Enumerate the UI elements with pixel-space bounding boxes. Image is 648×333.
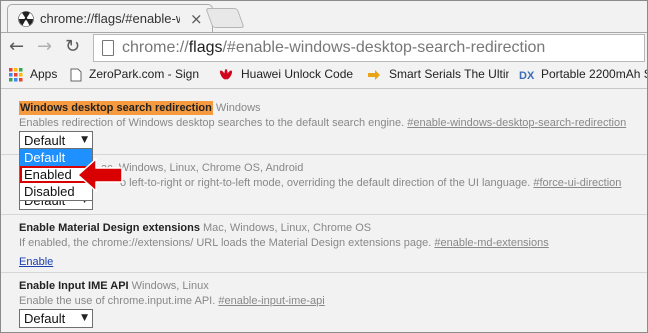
- flag-title-text: Enable Input IME API: [19, 280, 129, 292]
- radiation-icon: [18, 11, 34, 27]
- tab-flags[interactable]: chrome://flags/#enable-w ×: [7, 4, 213, 32]
- flag-platforms: Mac, Windows, Linux, Chrome OS: [203, 222, 372, 234]
- flag-windows-search: Windows desktop search redirection Windo…: [19, 101, 639, 129]
- red-arrow-icon: [77, 158, 123, 192]
- bookmark-smart-serials[interactable]: Smart Serials The Ultim: [389, 67, 509, 81]
- enable-link[interactable]: Enable: [19, 256, 53, 268]
- flag-input-ime-select[interactable]: Default ▼: [19, 309, 93, 328]
- flag-description: Enable the use of chrome.input.ime API. …: [19, 295, 639, 307]
- flag-anchor-link[interactable]: #enable-md-extensions: [434, 237, 548, 249]
- bookmark-portable[interactable]: Portable 2200mAh Sm: [541, 67, 647, 81]
- divider: [1, 214, 647, 215]
- flag-description-text: o left-to-right or right-to-left mode, o…: [120, 177, 531, 189]
- flag-title: Enable Material Design extensions Mac, W…: [19, 222, 639, 234]
- flags-content: Windows desktop search redirection Windo…: [1, 89, 647, 332]
- chevron-down-icon: ▼: [81, 135, 88, 145]
- flag-description-text: Enables redirection of Windows desktop s…: [19, 117, 405, 129]
- bookmark-apps[interactable]: Apps: [30, 67, 57, 81]
- flag-anchor-link[interactable]: #enable-windows-desktop-search-redirecti…: [407, 117, 626, 129]
- flag-platforms: Windows, Linux: [131, 280, 209, 292]
- bookmark-huawei[interactable]: Huawei Unlock Code G: [241, 67, 355, 81]
- address-bar[interactable]: chrome://flags/#enable-windows-desktop-s…: [93, 34, 645, 62]
- bookmarks-bar: Apps ZeroPark.com - Sign in Huawei Unloc…: [1, 62, 647, 89]
- reload-icon[interactable]: ↻: [65, 36, 80, 58]
- arrow-icon: [368, 70, 380, 80]
- flag-title: Windows desktop search redirection Windo…: [19, 101, 639, 115]
- flag-platforms: Windows: [215, 102, 261, 114]
- select-value: Default: [24, 133, 66, 148]
- flag-title-highlighted: Windows desktop search redirection: [19, 101, 213, 115]
- dx-icon: DX: [519, 70, 535, 82]
- svg-text:DX: DX: [519, 70, 535, 82]
- close-icon[interactable]: ×: [190, 10, 203, 28]
- flag-description: Enables redirection of Windows desktop s…: [19, 117, 639, 129]
- url-host: flags: [188, 39, 223, 56]
- flag-description-text: Enable the use of chrome.input.ime API.: [19, 295, 216, 307]
- apps-icon: [9, 68, 23, 82]
- flag-title: Enable Input IME API Windows, Linux: [19, 280, 639, 292]
- flag-anchor-link[interactable]: #enable-input-ime-api: [218, 295, 324, 307]
- flag-material-design: Enable Material Design extensions Mac, W…: [19, 222, 639, 249]
- back-icon[interactable]: ←: [9, 36, 24, 58]
- divider: [1, 154, 647, 155]
- browser-window: chrome://flags/#enable-w × ← → ↻ chrome:…: [0, 0, 648, 333]
- new-tab-button[interactable]: [205, 8, 245, 28]
- forward-icon[interactable]: →: [37, 36, 52, 58]
- tab-strip: chrome://flags/#enable-w ×: [1, 1, 647, 33]
- url-text: chrome://flags/#enable-windows-desktop-s…: [122, 39, 545, 57]
- flag-input-ime: Enable Input IME API Windows, Linux Enab…: [19, 280, 639, 307]
- divider: [1, 272, 647, 273]
- chevron-down-icon: ▼: [81, 313, 88, 323]
- flag-anchor-link[interactable]: #force-ui-direction: [533, 177, 621, 189]
- url-scheme: chrome://: [122, 39, 189, 56]
- tab-title: chrome://flags/#enable-w: [40, 11, 180, 26]
- flag-platforms: ac, Windows, Linux, Chrome OS, Android: [101, 162, 304, 174]
- flag-description-text: If enabled, the chrome://extensions/ URL…: [19, 237, 432, 249]
- toolbar: ← → ↻ chrome://flags/#enable-windows-des…: [1, 32, 647, 62]
- select-value: Default: [24, 311, 66, 326]
- page-icon: [102, 40, 114, 56]
- bookmark-zeropark[interactable]: ZeroPark.com - Sign in: [89, 67, 203, 81]
- huawei-icon: [219, 69, 233, 80]
- flag-description: If enabled, the chrome://extensions/ URL…: [19, 237, 639, 249]
- flag-title-text: Enable Material Design extensions: [19, 222, 200, 234]
- url-path: /#enable-windows-desktop-search-redirect…: [222, 39, 546, 56]
- page-icon: [70, 68, 82, 82]
